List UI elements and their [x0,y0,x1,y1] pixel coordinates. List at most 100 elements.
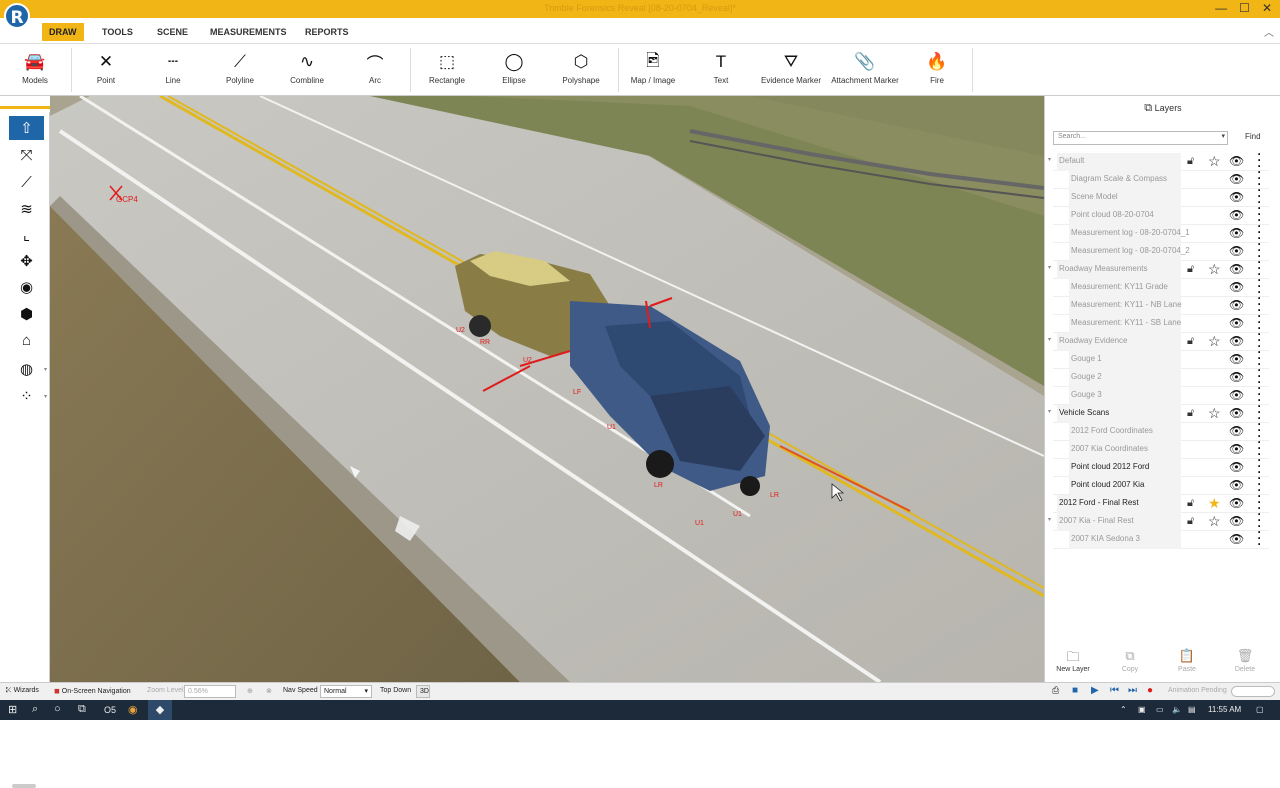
star-icon[interactable]: ☆ [1208,405,1221,422]
fire-button[interactable]: 🔥 Fire [902,48,972,85]
layer-group-row[interactable]: ▾ Default 🔓︎ ☆ 👁︎ · · · [1048,148,1269,172]
visibility-eye-icon[interactable]: 👁︎ [1229,478,1244,492]
visibility-eye-icon[interactable]: 👁︎ [1229,460,1244,474]
visibility-eye-icon[interactable]: 👁︎ [1229,244,1244,258]
visibility-eye-icon[interactable]: 👁︎ [1229,208,1244,222]
line-measure-tool[interactable]: ⟋ [9,170,44,194]
star-icon[interactable]: ☆ [1208,333,1221,350]
combline-button[interactable]: ∿ Combline [272,48,342,85]
animation-toggle[interactable] [1231,686,1275,697]
notifications-icon[interactable]: ▢ [1256,705,1264,714]
layer-group-row[interactable]: ▾ Roadway Measurements 🔓︎ ☆ 👁︎ · · · [1048,256,1269,280]
tray-chevron-icon[interactable]: ⌃ [1120,705,1127,714]
layer-row[interactable]: Measurement log - 08-20-0704_1 👁︎ · · · [1053,220,1269,244]
wizards-button[interactable]: ⤪ Wizards [6,687,39,695]
line-button[interactable]: ┄ Line [138,48,208,85]
layer-row[interactable]: Measurement: KY11 - SB Lane 👁︎ · · · [1053,310,1269,334]
tab-scene[interactable]: SCENE [150,23,195,41]
tool-dropdown-icon[interactable]: ▾ [44,366,47,373]
play-icon[interactable]: ▶ [1091,685,1099,696]
onscreen-nav-toggle[interactable]: ◼ On-Screen Navigation [54,687,131,695]
layer-row[interactable]: Gouge 1 👁︎ · · · [1053,346,1269,370]
layer-row[interactable]: 2012 Ford Coordinates 👁︎ · · · [1053,418,1269,442]
layer-group-row[interactable]: ▾ Roadway Evidence 🔓︎ ☆ 👁︎ · · · [1048,328,1269,352]
ellipse-button[interactable]: ◯ Ellipse [479,48,549,85]
layer-row[interactable]: Diagram Scale & Compass 👁︎ · · · [1053,166,1269,190]
globe-tool[interactable]: ◍ ▾ [9,357,47,381]
expand-chevron-icon[interactable]: ▾ [1048,264,1051,271]
expand-chevron-icon[interactable]: ▾ [1048,516,1051,523]
zoom-level-input[interactable]: 0.56% [184,685,236,698]
outlook-icon[interactable]: O5 [104,705,116,715]
visibility-eye-icon[interactable]: 👁︎ [1229,370,1244,384]
find-button[interactable]: Find [1245,132,1261,141]
star-icon[interactable]: ☆ [1208,153,1221,170]
navigate-tool[interactable]: ⇧ [9,116,44,140]
layer-group-row[interactable]: ▾ 2007 Kia - Final Rest 🔓︎ ☆ 👁︎ · · · [1048,508,1269,532]
search-icon[interactable]: ⌕ [32,703,38,716]
collapse-ribbon-icon[interactable]: ︿ [1264,24,1274,39]
tab-measurements[interactable]: MEASUREMENTS [203,23,294,41]
top-down-button[interactable]: Top Down [380,687,411,694]
layer-row[interactable]: Gouge 3 👁︎ · · · [1053,382,1269,406]
visibility-eye-icon[interactable]: 👁︎ [1229,442,1244,456]
visibility-eye-icon[interactable]: 👁︎ [1229,226,1244,240]
text-button[interactable]: T Text [686,48,756,85]
lock-icon[interactable]: 🔓︎ [1187,407,1194,420]
visibility-eye-icon[interactable]: 👁︎ [1229,190,1244,204]
expand-chevron-icon[interactable]: ▾ [1048,336,1051,343]
delete-button[interactable]: 🗑 Delete [1220,648,1270,673]
visibility-eye-icon[interactable]: 👁︎ [1229,172,1244,186]
zoom-fit-icon[interactable]: ⊕ [247,687,253,695]
stop-icon[interactable]: ■ [1072,685,1078,696]
view-3d-button[interactable]: 3D [416,685,430,698]
cortana-icon[interactable]: ○ [54,703,61,715]
lock-icon[interactable]: 🔓︎ [1187,335,1194,348]
layer-row[interactable]: Gouge 2 👁︎ · · · [1053,364,1269,388]
tab-tools[interactable]: TOOLS [95,23,140,41]
scale-tool[interactable]: ⤧ [9,143,44,167]
move-tool[interactable]: ✥ [9,249,44,273]
visibility-eye-icon[interactable]: 👁︎ [1229,388,1244,402]
clock[interactable]: 11:55 AM [1208,705,1241,714]
star-icon[interactable]: ★ [1208,495,1221,512]
point-button[interactable]: ✕ Point [71,48,141,85]
battery-icon[interactable]: ▭ [1156,705,1164,714]
visibility-eye-icon[interactable]: 👁︎ [1229,406,1244,420]
attachment-marker-button[interactable]: 📎 Attachment Marker [830,48,900,85]
visibility-eye-icon[interactable]: 👁︎ [1229,334,1244,348]
evidence-marker-button[interactable]: ⛛ Evidence Marker [756,48,826,85]
visibility-eye-icon[interactable]: 👁︎ [1229,262,1244,276]
layer-row[interactable]: Point cloud 08-20-0704 👁︎ · · · [1053,202,1269,226]
zoom-reset-icon[interactable]: ⊗ [266,687,272,695]
layer-row[interactable]: Measurement log - 08-20-0704_2 👁︎ · · · [1053,238,1269,262]
visibility-eye-icon[interactable]: 👁︎ [1229,316,1244,330]
step-forward-icon[interactable]: ⏭ [1128,685,1137,696]
windows-start-icon[interactable]: ⊞ [8,703,17,716]
copy-button[interactable]: ⧉ Copy [1105,648,1155,673]
layer-row[interactable]: 2007 KIA Sedona 3 👁︎ · · · [1053,526,1269,550]
model-tool[interactable]: ⌂ [9,328,44,352]
tab-draw[interactable]: DRAW [42,23,84,41]
expand-chevron-icon[interactable]: ▾ [1048,156,1051,163]
lock-icon[interactable]: 🔓︎ [1187,515,1194,528]
points-tool[interactable]: ⁘ ▾ [9,384,47,408]
layer-row[interactable]: Measurement: KY11 Grade 👁︎ · · · [1053,274,1269,298]
screenshot-icon[interactable]: ⎙ [1052,685,1059,696]
layer-row[interactable]: Measurement: KY11 - NB Lane 👁︎ · · · [1053,292,1269,316]
expand-chevron-icon[interactable]: ▾ [1048,408,1051,415]
polyline-button[interactable]: ⟋ Polyline [205,48,275,85]
volume-icon[interactable]: 🔈 [1172,705,1182,714]
layer-group-row[interactable]: ▾ Vehicle Scans 🔓︎ ☆ 👁︎ · · · [1048,400,1269,424]
layer-search-input[interactable]: Search... ▾ [1053,131,1228,145]
road-tool[interactable]: ≋ [9,197,44,221]
lock-icon[interactable]: 🔓︎ [1187,497,1194,510]
maximize-button[interactable]: ☐ [1239,1,1250,15]
rectangle-button[interactable]: ⬚ Rectangle [412,48,482,85]
step-back-icon[interactable]: ⏮ [1110,685,1119,696]
new-layer-button[interactable]: 🗀 New Layer [1048,648,1098,673]
lock-icon[interactable]: 🔓︎ [1187,263,1194,276]
visibility-eye-icon[interactable]: 👁︎ [1229,514,1244,528]
map-image-button[interactable]: 🖻 Map / Image [618,48,688,86]
visibility-eye-icon[interactable]: 👁︎ [1229,298,1244,312]
